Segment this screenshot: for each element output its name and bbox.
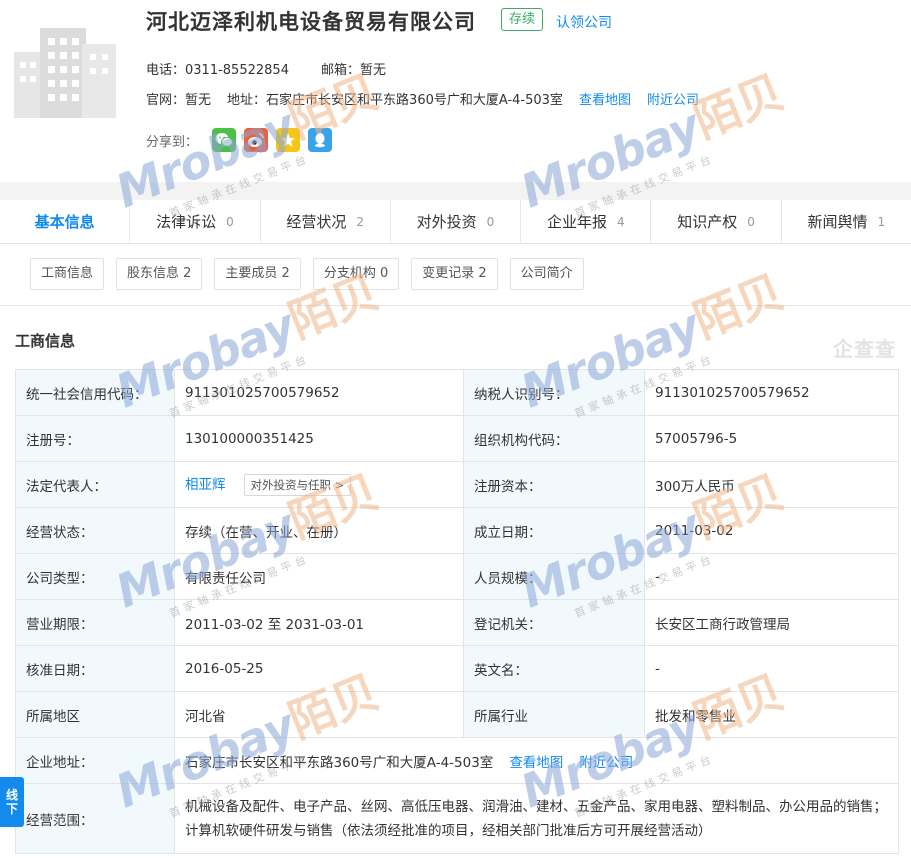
share-label: 分享到： <box>146 134 199 150</box>
biz-term-label: 营业期限： <box>15 599 175 646</box>
org-code-label: 组织机构代码： <box>463 415 645 462</box>
divider <box>0 305 911 306</box>
biz-status-value: 存续（在营、开业、在册） <box>174 507 464 554</box>
sub-tabs: 工商信息 股东信息 2 主要成员 2 分支机构 0 变更记录 2 公司简介 <box>30 258 584 290</box>
tab-lawsuits[interactable]: 法律诉讼 0 <box>130 200 261 243</box>
approve-date-label: 核准日期： <box>15 645 175 692</box>
address-nearby-link[interactable]: 附近公司 <box>579 755 633 771</box>
table-row: 核准日期： 2016-05-25 英文名： - <box>15 645 899 692</box>
org-code-value: 57005796-5 <box>644 415 899 462</box>
table-row: 企业地址： 石家庄市长安区和平东路360号广和大厦A-4-503室 查看地图 附近公… <box>15 737 899 784</box>
subtab-change-records[interactable]: 变更记录 2 <box>411 258 498 290</box>
status-badge: 存续 <box>501 8 544 31</box>
taxpayer-id-value: 911301025700579652 <box>644 369 899 416</box>
authority-value: 长安区工商行政管理局 <box>644 599 899 646</box>
company-name: 河北迈泽利机电设备贸易有限公司 <box>146 10 476 34</box>
staff-size-label: 人员规模： <box>463 553 645 600</box>
address-map-link[interactable]: 查看地图 <box>509 755 563 771</box>
english-name-label: 英文名： <box>463 645 645 692</box>
share-row: 分享到： <box>146 126 333 154</box>
address-cell: 石家庄市长安区和平东路360号广和大厦A-4-503室 查看地图 附近公司 <box>174 737 899 784</box>
taxpayer-id-label: 纳税人识别号： <box>463 369 645 416</box>
company-header: 河北迈泽利机电设备贸易有限公司 存续 认领公司 电话：0311-85522854… <box>0 0 911 182</box>
section-separator <box>0 182 911 200</box>
qichacha-logo: 企查查 <box>833 337 896 361</box>
business-info-table: 统一社会信用代码： 911301025700579652 纳税人识别号： 911… <box>15 369 899 854</box>
address-label: 地址： <box>227 93 267 108</box>
website-value: 暂无 <box>185 93 212 108</box>
side-tab-line2: 下 <box>5 802 18 816</box>
floating-side-tab[interactable]: 线 下 <box>0 777 24 827</box>
subtab-shareholders[interactable]: 股东信息 2 <box>116 258 203 290</box>
table-row: 营业期限： 2011-03-02 至 2031-03-01 登记机关： 长安区工… <box>15 599 899 646</box>
view-map-link[interactable]: 查看地图 <box>579 93 631 108</box>
capital-label: 注册资本： <box>463 461 645 508</box>
email-label: 邮箱： <box>320 63 360 78</box>
main-tabs: 基本信息 法律诉讼 0 经营状况 2 对外投资 0 企业年报 4 知识产权 0 新闻舆情 1 <box>0 200 911 244</box>
reg-no-label: 注册号： <box>15 415 175 462</box>
email-value: 暂无 <box>359 63 386 78</box>
tab-annual-reports[interactable]: 企业年报 4 <box>521 200 652 243</box>
investments-positions-button[interactable]: 对外投资与任职 > <box>243 474 352 496</box>
tab-ip[interactable]: 知识产权 0 <box>651 200 782 243</box>
table-row: 经营状态： 存续（在营、开业、在册） 成立日期： 2011-03-02 <box>15 507 899 554</box>
authority-label: 登记机关： <box>463 599 645 646</box>
subtab-company-intro[interactable]: 公司简介 <box>509 258 584 290</box>
table-row: 注册号： 130100000351425 组织机构代码： 57005796-5 <box>15 415 899 462</box>
wechat-icon[interactable] <box>212 128 237 152</box>
region-value: 河北省 <box>174 691 464 738</box>
region-label: 所属地区 <box>15 691 175 738</box>
staff-size-value: - <box>644 553 899 600</box>
biz-status-label: 经营状态： <box>15 507 175 554</box>
watermark-brand-cn: 陌贝 <box>686 264 791 349</box>
legal-rep-label: 法定代表人： <box>15 461 175 508</box>
qq-icon[interactable] <box>308 128 333 152</box>
contact-line: 电话：0311-85522854 邮箱：暂无 <box>146 59 386 78</box>
table-row: 所属地区 河北省 所属行业 批发和零售业 <box>15 691 899 738</box>
reg-no-value: 130100000351425 <box>174 415 464 462</box>
tab-basic-info[interactable]: 基本信息 <box>0 200 131 243</box>
biz-term-value: 2011-03-02 至 2031-03-01 <box>174 599 464 646</box>
phone-value: 0311-85522854 <box>185 63 289 78</box>
industry-value: 批发和零售业 <box>644 691 899 738</box>
side-tab-line1: 线 <box>5 788 18 802</box>
claim-company-link[interactable]: 认领公司 <box>556 12 612 32</box>
tab-operations[interactable]: 经营状况 2 <box>261 200 391 243</box>
site-address-line: 官网：暂无 地址：石家庄市长安区和平东路360号广和大厦A-4-503室 查看地图 附… <box>146 89 699 108</box>
table-row: 经营范围： 机械设备及配件、电子产品、丝网、高低压电器、润滑油、建材、五金产品、… <box>15 783 899 854</box>
legal-rep-cell: 相亚辉 对外投资与任职 > <box>174 461 464 508</box>
address-label: 企业地址： <box>15 737 175 784</box>
subtab-branches[interactable]: 分支机构 0 <box>312 258 400 290</box>
qzone-star-icon[interactable] <box>276 128 301 152</box>
company-logo <box>14 22 116 118</box>
subtab-key-members[interactable]: 主要成员 2 <box>214 258 301 290</box>
found-date-label: 成立日期： <box>463 507 645 554</box>
address-value: 石家庄市长安区和平东路360号广和大厦A-4-503室 <box>266 93 563 108</box>
website-label: 官网： <box>146 93 186 108</box>
found-date-value: 2011-03-02 <box>644 507 899 554</box>
table-row: 统一社会信用代码： 911301025700579652 纳税人识别号： 911… <box>15 369 899 416</box>
industry-label: 所属行业 <box>463 691 645 738</box>
scope-label: 经营范围： <box>15 783 175 854</box>
phone-label: 电话： <box>146 63 186 78</box>
subtab-business-info[interactable]: 工商信息 <box>30 258 105 290</box>
tab-investments[interactable]: 对外投资 0 <box>391 200 522 243</box>
english-name-value: - <box>644 645 899 692</box>
company-type-label: 公司类型： <box>15 553 175 600</box>
weibo-icon[interactable] <box>244 128 269 152</box>
table-row: 法定代表人： 相亚辉 对外投资与任职 > 注册资本： 300万人民币 <box>15 461 899 508</box>
credit-code-label: 统一社会信用代码： <box>15 369 175 416</box>
company-type-value: 有限责任公司 <box>174 553 464 600</box>
tab-news[interactable]: 新闻舆情 1 <box>782 200 911 243</box>
section-title: 工商信息 <box>15 332 76 350</box>
nearby-companies-link[interactable]: 附近公司 <box>647 93 699 108</box>
address-value: 石家庄市长安区和平东路360号广和大厦A-4-503室 <box>185 754 494 771</box>
table-row: 公司类型： 有限责任公司 人员规模： - <box>15 553 899 600</box>
credit-code-value: 911301025700579652 <box>174 369 464 416</box>
approve-date-value: 2016-05-25 <box>174 645 464 692</box>
scope-value: 机械设备及配件、电子产品、丝网、高低压电器、润滑油、建材、五金产品、家用电器、塑… <box>174 783 899 854</box>
capital-value: 300万人民币 <box>644 461 899 508</box>
legal-rep-link[interactable]: 相亚辉 <box>185 477 226 493</box>
